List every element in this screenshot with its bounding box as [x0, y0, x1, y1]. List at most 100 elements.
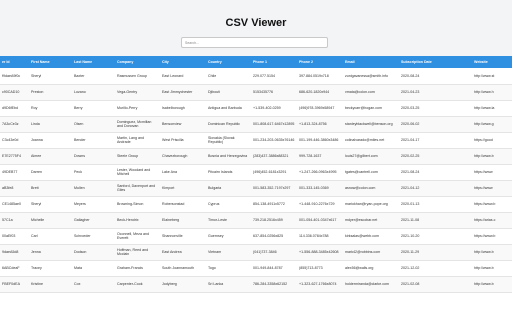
table-cell: 2020-02-25: [399, 148, 472, 165]
table-cell: Steele Group: [115, 148, 160, 165]
table-cell: FBEF0dEA: [0, 276, 29, 293]
table-cell: Aimee: [29, 148, 72, 165]
table-cell: 2021-10-20: [399, 228, 472, 245]
table-cell: Lake Ana: [160, 164, 206, 181]
table-cell: Jodyberg: [160, 276, 206, 293]
table-cell: Roy: [29, 100, 72, 117]
table-cell: http://www.b: [472, 260, 512, 277]
table-row[interactable]: 57C1a Michelle Gallagher Beck-Hendrix Elaine…: [0, 212, 512, 229]
table-cell: Kristine: [29, 276, 72, 293]
table-cell: Bulgaria: [206, 180, 251, 197]
table-cell: 001-054-401-0347x617: [297, 212, 343, 229]
column-header[interactable]: First Name: [29, 56, 72, 68]
table-cell: Olsen: [72, 116, 115, 133]
table-cell: Sri Lanka: [206, 276, 251, 293]
table-row[interactable]: 49DEB77 Darren Peck Lester, Woodard and Mit…: [0, 164, 512, 181]
table-row[interactable]: f9daeA9f0c Sheryl Baxter Rasmussen Group Eas…: [0, 68, 512, 85]
table-cell: Bosnia and Herzegovina: [206, 148, 251, 165]
table-row[interactable]: C3c43e0d Joanna Bender Martin, Lang and And…: [0, 132, 512, 149]
table-cell: https://www: [472, 164, 512, 181]
table-cell: 2021-04-12: [399, 180, 472, 197]
table-cell: beckycarr@hogan.com: [343, 100, 399, 117]
table-cell: E7E2775F4: [0, 148, 29, 165]
table-cell: 2020-11-29: [399, 244, 472, 261]
table-cell: alex56@walls.org: [343, 260, 399, 277]
table-cell: Elaineberg: [160, 212, 206, 229]
table-cell: 57C1a: [0, 212, 29, 229]
table-cell: Pitcairn Islands: [206, 164, 251, 181]
table-cell: Chavezborough: [160, 148, 206, 165]
table-cell: mark42@robbins.com: [343, 244, 399, 261]
table-cell: Carpenter-Cook: [115, 276, 160, 293]
table-row[interactable]: 00aEf03 Carl Schroeder Oconnell, Meza and E…: [0, 228, 512, 245]
table-row[interactable]: d9D6fEbd Roy Berry Murillo-Perry Isabelborou…: [0, 100, 512, 117]
table-cell: http://www.b: [472, 244, 512, 261]
table-cell: http://www.st: [472, 68, 512, 85]
table-cell: Dominguez, Mcmillan and Donovan: [115, 116, 160, 133]
table-cell: https://arias.c: [472, 212, 512, 229]
table-cell: http://www.h: [472, 84, 512, 101]
table-cell: Graham-Francis: [115, 260, 160, 277]
table-cell: Dodson: [72, 244, 115, 261]
table-cell: Shannonville: [160, 228, 206, 245]
table-cell: +1-448-910-2276x729: [297, 196, 343, 213]
table-cell: 6ABCdeaF: [0, 260, 29, 277]
table-cell: +1-556-888-3485x42608: [297, 244, 343, 261]
column-header[interactable]: er Id: [0, 56, 29, 68]
table-cell: http://www.b: [472, 276, 512, 293]
table-cell: Carl: [29, 228, 72, 245]
csv-table-container: er Id First Name Last Name Company City Count…: [0, 56, 512, 320]
table-row[interactable]: 7A3cCe3z Linda Olsen Dominguez, Mcmillan an…: [0, 116, 512, 133]
column-header[interactable]: Email: [343, 56, 399, 68]
table-cell: Isabelborough: [160, 100, 206, 117]
column-header[interactable]: City: [160, 56, 206, 68]
table-row[interactable]: 9daeA5d8 Jenna Dodson Hoffman, Reed and Mcc…: [0, 244, 512, 261]
search-input[interactable]: [181, 37, 328, 48]
table-cell: +1-247-266-0963x4995: [297, 164, 343, 181]
table-row[interactable]: E7E2775F4 Aimee Downs Steele Group Chavezbor…: [0, 148, 512, 165]
column-header[interactable]: Phone 1: [251, 56, 297, 68]
column-header[interactable]: Country: [206, 56, 251, 68]
column-header[interactable]: Subscription Date: [399, 56, 472, 68]
table-cell: Darren: [29, 164, 72, 181]
table-cell: Kimport: [160, 180, 206, 197]
table-cell: +1-539-402-0259: [251, 100, 297, 117]
table-cell: Preston: [29, 84, 72, 101]
column-header[interactable]: Phone 2: [297, 56, 343, 68]
column-header[interactable]: Company: [115, 56, 160, 68]
table-cell: http://www.g: [472, 116, 512, 133]
table-cell: Martin, Lang and Andrade: [115, 132, 160, 149]
table-row[interactable]: FBEF0dEA Kristine Cox Carpenter-Cook Jodyber…: [0, 276, 512, 293]
table-cell: 2020-08-24: [399, 68, 472, 85]
column-header[interactable]: Last Name: [72, 56, 115, 68]
table-cell: Bender: [72, 132, 115, 149]
table-cell: louis27@gilbert.com: [343, 148, 399, 165]
table-cell: 739.218.2516x459: [251, 212, 297, 229]
table-body: f9daeA9f0c Sheryl Baxter Rasmussen Group Eas…: [0, 68, 512, 293]
table-cell: https://www.b: [472, 228, 512, 245]
table-cell: Browning-Simon: [115, 196, 160, 213]
table-cell: mariokhan@ryan-pope.org: [343, 196, 399, 213]
column-header[interactable]: Website: [472, 56, 512, 68]
table-cell: http://www.la: [472, 100, 512, 117]
table-row[interactable]: aB3fe8 Brett Mullen Sanford, Davenport and …: [0, 180, 512, 197]
table-cell: 49DEB77: [0, 164, 29, 181]
table-cell: Gallagher: [72, 212, 115, 229]
table-row[interactable]: 6ABCdeaF Tracey Mata Graham-Francis South Jo…: [0, 260, 512, 277]
table-cell: 001-808-617-6467x12895: [251, 116, 297, 133]
table-cell: Murillo-Perry: [115, 100, 160, 117]
table-cell: 001-333-145-0369: [297, 180, 343, 197]
table-cell: Schroeder: [72, 228, 115, 245]
table-cell: 686-620-1820x944: [297, 84, 343, 101]
table-cell: asnow@colon.com: [343, 180, 399, 197]
table-cell: (283)437-3886x88321: [251, 148, 297, 165]
table-cell: f9daeA9f0c: [0, 68, 29, 85]
table-cell: Oconnell, Meza and Everett: [115, 228, 160, 245]
table-cell: (496)452-6181x3291: [251, 164, 297, 181]
table-row[interactable]: CE1485ae0 Sheryl Meyers Browning-Simon Rober…: [0, 196, 512, 213]
table-cell: Brett: [29, 180, 72, 197]
table-cell: Antigua and Barbuda: [206, 100, 251, 117]
table-row[interactable]: c90CAD10 Preston Lozano Vega-Gentry East Jim…: [0, 84, 512, 101]
table-cell: Slovakia (Slovak Republic): [206, 132, 251, 149]
table-cell: Lozano: [72, 84, 115, 101]
